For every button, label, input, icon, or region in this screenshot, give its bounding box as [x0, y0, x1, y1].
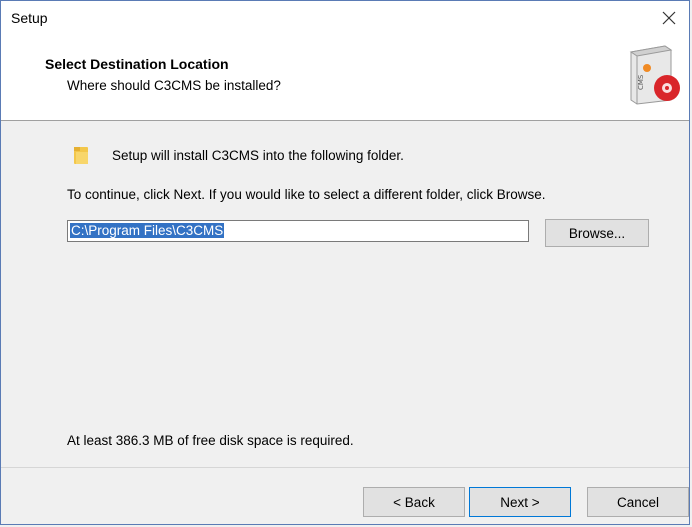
destination-path-input[interactable]: C:\Program Files\C3CMS — [67, 220, 529, 242]
back-button[interactable]: < Back — [363, 487, 465, 517]
logo-text: CMS — [637, 74, 645, 90]
setup-window: Setup Select Destination Location Where … — [0, 0, 690, 525]
window-title: Setup — [11, 10, 48, 26]
next-button[interactable]: Next > — [469, 487, 571, 517]
wizard-header: Select Destination Location Where should… — [1, 34, 689, 121]
folder-icon — [74, 147, 88, 164]
next-label: Next > — [500, 494, 540, 510]
continue-instructions: To continue, click Next. If you would li… — [67, 187, 546, 202]
browse-label: Browse... — [568, 225, 626, 241]
install-intro-text: Setup will install C3CMS into the follow… — [112, 148, 404, 163]
installer-box-icon: CMS — [629, 45, 680, 105]
footer-divider — [1, 467, 689, 468]
close-button[interactable] — [649, 1, 689, 34]
title-bar: Setup — [1, 1, 689, 34]
cancel-button[interactable]: Cancel — [587, 487, 689, 517]
back-label: < Back — [393, 494, 435, 510]
close-icon — [662, 11, 676, 24]
cancel-label: Cancel — [616, 494, 660, 510]
page-title: Select Destination Location — [45, 56, 229, 72]
disk-space-text: At least 386.3 MB of free disk space is … — [67, 433, 354, 448]
browse-button[interactable]: Browse... — [545, 219, 649, 247]
page-subtitle: Where should C3CMS be installed? — [67, 78, 281, 93]
path-selected-text: C:\Program Files\C3CMS — [70, 223, 225, 238]
